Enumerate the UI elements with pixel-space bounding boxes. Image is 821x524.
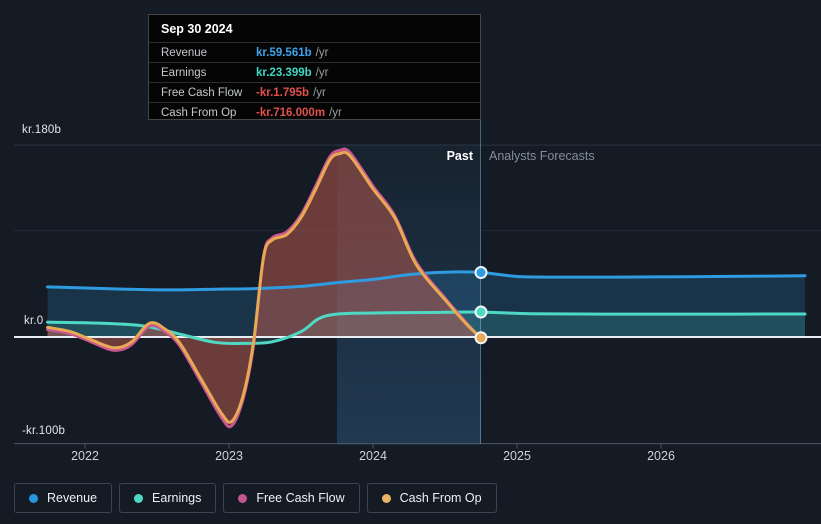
free-cash-flow-dot-icon (238, 493, 248, 503)
y-axis-label-180b: kr.180b (22, 124, 62, 136)
tooltip-row-cash-from-op: Cash From Op -kr.716.000m /yr (149, 102, 480, 122)
x-tick-2025: 2025 (503, 449, 531, 463)
tooltip-row-revenue: Revenue kr.59.561b /yr (149, 42, 480, 62)
marker-revenue (474, 266, 488, 280)
legend-label: Free Cash Flow (256, 491, 345, 505)
legend-item-free-cash-flow[interactable]: Free Cash Flow (223, 483, 360, 513)
legend-item-revenue[interactable]: Revenue (14, 483, 113, 513)
tooltip-value-suffix: /yr (329, 106, 342, 119)
tooltip-row-free-cash-flow: Free Cash Flow -kr.1.795b /yr (149, 82, 480, 102)
legend-label: Revenue (47, 491, 98, 505)
y-axis-label-neg100b: -kr.100b (22, 425, 66, 437)
legend-item-earnings[interactable]: Earnings (119, 483, 217, 513)
x-tick-2026: 2026 (647, 449, 675, 463)
tooltip-row-earnings: Earnings kr.23.399b /yr (149, 62, 480, 82)
x-tick-2024: 2024 (359, 449, 387, 463)
chart-tooltip: Sep 30 2024 Revenue kr.59.561b /yr Earni… (148, 14, 481, 120)
tooltip-label: Free Cash Flow (161, 86, 243, 99)
tooltip-value: -kr.1.795b (256, 86, 310, 99)
x-tick-2023: 2023 (215, 449, 243, 463)
marker-earnings (474, 305, 488, 319)
earnings-dot-icon (134, 493, 144, 503)
tooltip-value-suffix: /yr (315, 66, 329, 79)
chart-legend: Revenue Earnings Free Cash Flow Cash Fro… (14, 483, 497, 513)
forecast-region-label: Analysts Forecasts (489, 149, 595, 163)
tooltip-label: Cash From Op (161, 106, 237, 119)
y-axis-label-0: kr.0 (24, 315, 44, 327)
revenue-dot-icon (29, 493, 38, 503)
tooltip-label: Earnings (161, 66, 207, 79)
tooltip-label: Revenue (161, 46, 208, 59)
tooltip-value-suffix: /yr (315, 46, 329, 59)
legend-label: Earnings (152, 491, 202, 505)
tooltip-value-suffix: /yr (313, 86, 326, 99)
tooltip-value: -kr.716.000m (256, 106, 326, 119)
past-region-label: Past (446, 149, 473, 163)
tooltip-value: kr.59.561b (256, 46, 312, 59)
earnings-revenue-history-chart: kr.180b kr.0 -kr.100b 2022 2023 2024 202… (0, 0, 821, 524)
legend-label: Cash From Op (399, 491, 482, 505)
legend-item-cash-from-op[interactable]: Cash From Op (366, 483, 497, 513)
tooltip-value: kr.23.399b (256, 66, 312, 79)
cash-from-op-dot-icon (381, 493, 391, 503)
x-tick-2022: 2022 (71, 449, 99, 463)
marker-cash-from-op (474, 331, 488, 345)
tooltip-date: Sep 30 2024 (161, 22, 233, 36)
